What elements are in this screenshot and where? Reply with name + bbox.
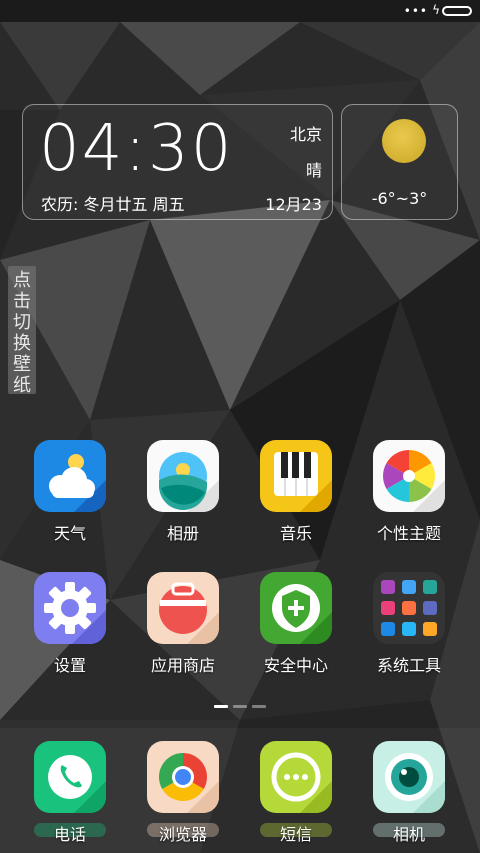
app-store-icon <box>147 572 219 644</box>
dock-messages[interactable]: 短信 <box>246 741 346 851</box>
app-label: 个性主题 <box>376 524 441 543</box>
app-gallery[interactable]: 相册 <box>133 440 233 550</box>
gallery-icon <box>147 440 219 512</box>
settings-icon <box>34 572 106 644</box>
tools-folder-icon <box>373 572 445 644</box>
page-indicator <box>214 705 266 708</box>
app-label: 系统工具 <box>376 656 441 675</box>
phone-icon <box>34 741 106 813</box>
app-label: 设置 <box>53 656 86 675</box>
solar-date: 12月23 <box>265 195 322 214</box>
app-label: 电话 <box>53 825 86 844</box>
weather-widget[interactable]: -6°~3° <box>341 104 458 220</box>
app-security[interactable]: 安全中心 <box>246 572 346 682</box>
app-label: 浏览器 <box>158 825 207 844</box>
dock-browser[interactable]: 浏览器 <box>133 741 233 851</box>
page-dot-active <box>214 705 228 708</box>
clock-time: 04:30 <box>39 112 234 186</box>
lunar-date: 农历: 冬月廿五 周五 <box>41 195 185 214</box>
app-settings[interactable]: 设置 <box>20 572 120 682</box>
page-dot <box>233 705 247 708</box>
messages-icon <box>260 741 332 813</box>
app-label: 应用商店 <box>150 656 215 675</box>
themes-icon <box>373 440 445 512</box>
weather-condition: 晴 <box>305 161 322 180</box>
sun-icon <box>382 119 426 163</box>
camera-icon <box>373 741 445 813</box>
browser-icon <box>147 741 219 813</box>
page-dot <box>252 705 266 708</box>
temperature-range: -6°~3° <box>371 189 428 208</box>
app-label: 短信 <box>279 825 312 844</box>
status-bar: ••• ϟ <box>0 0 480 22</box>
app-weather[interactable]: 天气 <box>20 440 120 550</box>
app-music[interactable]: 音乐 <box>246 440 346 550</box>
battery-icon <box>442 6 472 16</box>
weather-city: 北京 <box>289 125 322 144</box>
music-icon <box>260 440 332 512</box>
app-label: 音乐 <box>279 524 312 543</box>
weather-icon <box>34 440 106 512</box>
app-label: 天气 <box>53 524 86 543</box>
dock-phone[interactable]: 电话 <box>20 741 120 851</box>
app-label: 相册 <box>166 524 199 543</box>
charging-icon: ϟ <box>432 3 440 17</box>
security-icon <box>260 572 332 644</box>
app-themes[interactable]: 个性主题 <box>359 440 459 550</box>
app-label: 相机 <box>392 825 425 844</box>
folder-system-tools[interactable]: 系统工具 <box>359 572 459 682</box>
clock-widget[interactable]: 04:30 北京 晴 农历: 冬月廿五 周五 12月23 <box>22 104 333 220</box>
app-label: 安全中心 <box>263 656 328 675</box>
dock-camera[interactable]: 相机 <box>359 741 459 851</box>
switch-wallpaper-button[interactable]: 点击切换壁纸 <box>8 266 36 396</box>
app-store[interactable]: 应用商店 <box>133 572 233 682</box>
signal-dots-icon: ••• <box>403 4 428 18</box>
